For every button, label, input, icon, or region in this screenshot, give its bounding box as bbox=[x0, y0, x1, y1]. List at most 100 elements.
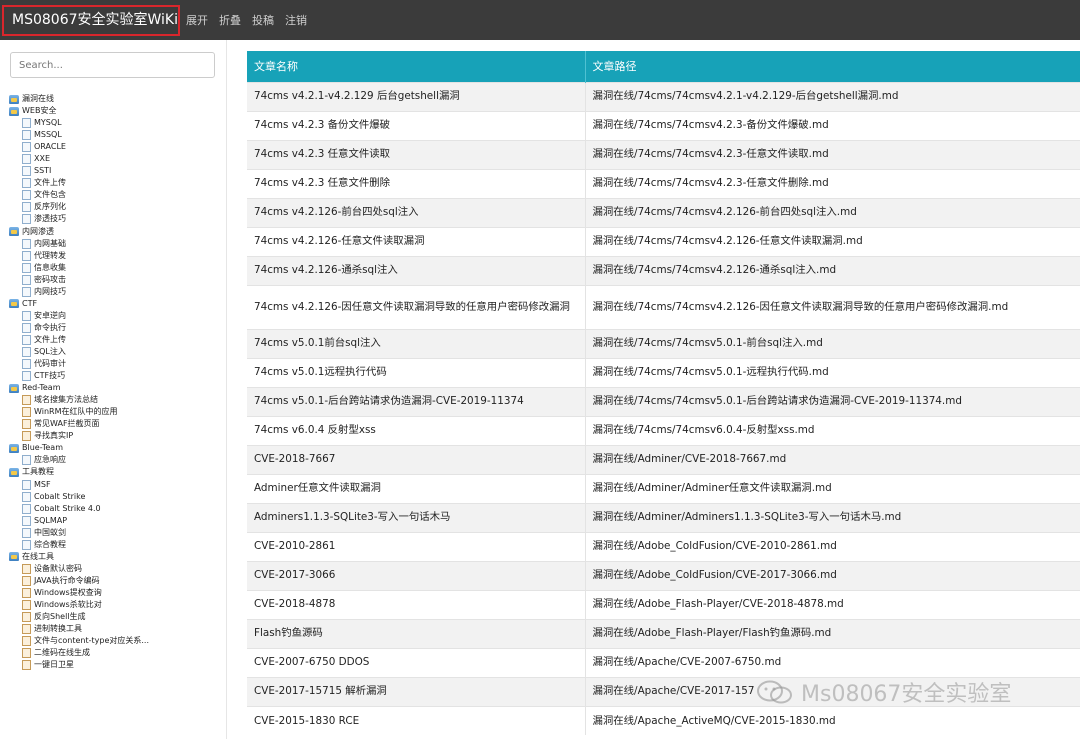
tree-item[interactable]: 应急响应 bbox=[9, 454, 223, 466]
article-title-cell[interactable]: Adminer任意文件读取漏洞 bbox=[247, 473, 586, 503]
tree-item[interactable]: SQLMAP bbox=[9, 515, 223, 527]
tree-item[interactable]: Cobalt Strike 4.0 bbox=[9, 503, 223, 515]
tree-item[interactable]: 一键日卫星 bbox=[9, 659, 223, 671]
article-path-cell[interactable]: 漏洞在线/Adminer/Adminers1.1.3-SQLite3-写入一句话… bbox=[585, 502, 1080, 532]
article-title-cell[interactable]: 74cms v5.0.1前台sql注入 bbox=[247, 328, 586, 358]
article-path-cell[interactable]: 漏洞在线/74cms/74cmsv4.2.126-任意文件读取漏洞.md bbox=[585, 226, 1080, 256]
table-row[interactable]: 74cms v4.2.126-任意文件读取漏洞 漏洞在线/74cms/74cmsv… bbox=[247, 226, 1080, 256]
table-row[interactable]: CVE-2018-7667 漏洞在线/Adminer/CVE-2018-7667.… bbox=[247, 444, 1080, 474]
article-path-cell[interactable]: 漏洞在线/74cms/74cmsv5.0.1-前台sql注入.md bbox=[585, 328, 1080, 358]
table-row[interactable]: Flash钓鱼源码 漏洞在线/Adobe_Flash-Player/Flash钓鱼… bbox=[247, 618, 1080, 648]
table-row[interactable]: Adminers1.1.3-SQLite3-写入一句话木马 漏洞在线/Admine… bbox=[247, 502, 1080, 532]
tree-item[interactable]: MSSQL bbox=[9, 129, 223, 141]
article-title-cell[interactable]: 74cms v4.2.126-因任意文件读取漏洞导致的任意用户密码修改漏洞 bbox=[247, 284, 586, 329]
article-title-cell[interactable]: 74cms v6.0.4 反射型xss bbox=[247, 415, 586, 445]
tree-item[interactable]: 综合教程 bbox=[9, 539, 223, 551]
table-row[interactable]: 74cms v4.2.3 任意文件删除 漏洞在线/74cms/74cmsv4.2.… bbox=[247, 168, 1080, 198]
tree-item[interactable]: ORACLE bbox=[9, 141, 223, 153]
table-row[interactable]: 74cms v4.2.3 任意文件读取 漏洞在线/74cms/74cmsv4.2.… bbox=[247, 139, 1080, 169]
table-row[interactable]: Adminer任意文件读取漏洞 漏洞在线/Adminer/Adminer任意文件读… bbox=[247, 473, 1080, 503]
site-brand[interactable]: MS08067安全实验室WiKi bbox=[2, 5, 180, 36]
tree-item[interactable]: 信息收集 bbox=[9, 262, 223, 274]
table-row[interactable]: CVE-2017-3066 漏洞在线/Adobe_ColdFusion/CVE-2… bbox=[247, 560, 1080, 590]
article-title-cell[interactable]: 74cms v4.2.3 任意文件读取 bbox=[247, 139, 586, 169]
article-path-cell[interactable]: 漏洞在线/74cms/74cmsv6.0.4-反射型xss.md bbox=[585, 415, 1080, 445]
tree-item[interactable]: 文件上传 bbox=[9, 177, 223, 189]
tree-item[interactable]: Windows提权查询 bbox=[9, 587, 223, 599]
tree-folder[interactable]: CTF bbox=[9, 298, 223, 310]
tree-item[interactable]: CTF技巧 bbox=[9, 370, 223, 382]
article-title-cell[interactable]: CVE-2007-6750 DDOS bbox=[247, 647, 586, 677]
article-path-cell[interactable]: 漏洞在线/Adobe_Flash-Player/CVE-2018-4878.md bbox=[585, 589, 1080, 619]
article-title-cell[interactable]: 74cms v4.2.126-前台四处sql注入 bbox=[247, 197, 586, 227]
article-title-cell[interactable]: CVE-2017-3066 bbox=[247, 560, 586, 590]
article-path-cell[interactable]: 漏洞在线/Adobe_Flash-Player/Flash钓鱼源码.md bbox=[585, 618, 1080, 648]
tree-item[interactable]: 反序列化 bbox=[9, 201, 223, 213]
tree-item[interactable]: 内网技巧 bbox=[9, 286, 223, 298]
article-path-cell[interactable]: 漏洞在线/74cms/74cmsv4.2.126-前台四处sql注入.md bbox=[585, 197, 1080, 227]
article-path-cell[interactable]: 漏洞在线/74cms/74cmsv4.2.1-v4.2.129-后台getshe… bbox=[585, 81, 1080, 111]
table-row[interactable]: 74cms v4.2.126-通杀sql注入 漏洞在线/74cms/74cmsv4… bbox=[247, 255, 1080, 285]
tree-item[interactable]: MSF bbox=[9, 479, 223, 491]
table-row[interactable]: CVE-2018-4878 漏洞在线/Adobe_Flash-Player/CVE… bbox=[247, 589, 1080, 619]
tree-item[interactable]: 代码审计 bbox=[9, 358, 223, 370]
tree-item[interactable]: 文件与content-type对应关系... bbox=[9, 635, 223, 647]
article-path-cell[interactable]: 漏洞在线/74cms/74cmsv4.2.3-任意文件读取.md bbox=[585, 139, 1080, 169]
tree-item[interactable]: Windows杀软比对 bbox=[9, 599, 223, 611]
tree-folder[interactable]: 在线工具 bbox=[9, 551, 223, 563]
tree-item[interactable]: 安卓逆向 bbox=[9, 310, 223, 322]
nav-logout-link[interactable]: 注销 bbox=[285, 12, 307, 28]
column-header-path[interactable]: 文章路径 bbox=[585, 51, 1080, 82]
table-row[interactable]: 74cms v6.0.4 反射型xss 漏洞在线/74cms/74cmsv6.0.… bbox=[247, 415, 1080, 445]
tree-item[interactable]: XXE bbox=[9, 153, 223, 165]
tree-folder[interactable]: 工具教程 bbox=[9, 466, 223, 478]
article-title-cell[interactable]: 74cms v5.0.1远程执行代码 bbox=[247, 357, 586, 387]
article-title-cell[interactable]: CVE-2017-15715 解析漏洞 bbox=[247, 676, 586, 706]
tree-folder[interactable]: 漏洞在线 bbox=[9, 93, 223, 105]
tree-item[interactable]: JAVA执行命令编码 bbox=[9, 575, 223, 587]
tree-item[interactable]: 代理转发 bbox=[9, 250, 223, 262]
article-title-cell[interactable]: 74cms v4.2.3 备份文件爆破 bbox=[247, 110, 586, 140]
nav-expand-link[interactable]: 展开 bbox=[186, 12, 208, 28]
article-path-cell[interactable]: 漏洞在线/Apache_ActiveMQ/CVE-2015-1830.md bbox=[585, 705, 1080, 735]
table-row[interactable]: 74cms v4.2.126-因任意文件读取漏洞导致的任意用户密码修改漏洞 漏洞在… bbox=[247, 284, 1080, 329]
tree-item[interactable]: 进制转换工具 bbox=[9, 623, 223, 635]
nav-collapse-link[interactable]: 折叠 bbox=[219, 12, 241, 28]
table-row[interactable]: 74cms v5.0.1-后台跨站请求伪造漏洞-CVE-2019-11374 漏洞… bbox=[247, 386, 1080, 416]
article-path-cell[interactable]: 漏洞在线/Adobe_ColdFusion/CVE-2010-2861.md bbox=[585, 531, 1080, 561]
search-input[interactable] bbox=[10, 52, 215, 78]
tree-item[interactable]: Cobalt Strike bbox=[9, 491, 223, 503]
article-title-cell[interactable]: CVE-2015-1830 RCE bbox=[247, 705, 586, 735]
column-header-title[interactable]: 文章名称 bbox=[247, 51, 586, 82]
article-path-cell[interactable]: 漏洞在线/Apache/CVE-2017-157 bbox=[585, 676, 1080, 706]
tree-item[interactable]: 密码攻击 bbox=[9, 274, 223, 286]
tree-item[interactable]: 域名搜集方法总结 bbox=[9, 394, 223, 406]
nav-submit-link[interactable]: 投稿 bbox=[252, 12, 274, 28]
article-title-cell[interactable]: 74cms v4.2.126-任意文件读取漏洞 bbox=[247, 226, 586, 256]
article-title-cell[interactable]: 74cms v5.0.1-后台跨站请求伪造漏洞-CVE-2019-11374 bbox=[247, 386, 586, 416]
table-row[interactable]: CVE-2007-6750 DDOS 漏洞在线/Apache/CVE-2007-6… bbox=[247, 647, 1080, 677]
article-path-cell[interactable]: 漏洞在线/Adminer/CVE-2018-7667.md bbox=[585, 444, 1080, 474]
table-row[interactable]: 74cms v5.0.1前台sql注入 漏洞在线/74cms/74cmsv5.0.… bbox=[247, 328, 1080, 358]
article-path-cell[interactable]: 漏洞在线/74cms/74cmsv4.2.3-备份文件爆破.md bbox=[585, 110, 1080, 140]
tree-folder[interactable]: Blue-Team bbox=[9, 442, 223, 454]
table-row[interactable]: 74cms v4.2.126-前台四处sql注入 漏洞在线/74cms/74cms… bbox=[247, 197, 1080, 227]
tree-folder[interactable]: Red-Team bbox=[9, 382, 223, 394]
tree-item[interactable]: 文件上传 bbox=[9, 334, 223, 346]
tree-item[interactable]: 寻找真实IP bbox=[9, 430, 223, 442]
article-title-cell[interactable]: CVE-2018-4878 bbox=[247, 589, 586, 619]
article-path-cell[interactable]: 漏洞在线/Adobe_ColdFusion/CVE-2017-3066.md bbox=[585, 560, 1080, 590]
table-row[interactable]: 74cms v5.0.1远程执行代码 漏洞在线/74cms/74cmsv5.0.1… bbox=[247, 357, 1080, 387]
article-path-cell[interactable]: 漏洞在线/Apache/CVE-2007-6750.md bbox=[585, 647, 1080, 677]
tree-item[interactable]: 常见WAF拦截页面 bbox=[9, 418, 223, 430]
tree-item[interactable]: 二维码在线生成 bbox=[9, 647, 223, 659]
tree-folder[interactable]: 内网渗透 bbox=[9, 226, 223, 238]
article-title-cell[interactable]: 74cms v4.2.126-通杀sql注入 bbox=[247, 255, 586, 285]
article-title-cell[interactable]: 74cms v4.2.1-v4.2.129 后台getshell漏洞 bbox=[247, 81, 586, 111]
tree-item[interactable]: 设备默认密码 bbox=[9, 563, 223, 575]
article-title-cell[interactable]: 74cms v4.2.3 任意文件删除 bbox=[247, 168, 586, 198]
tree-item[interactable]: 渗透技巧 bbox=[9, 213, 223, 225]
table-row[interactable]: 74cms v4.2.3 备份文件爆破 漏洞在线/74cms/74cmsv4.2.… bbox=[247, 110, 1080, 140]
tree-folder[interactable]: WEB安全 bbox=[9, 105, 223, 117]
table-row[interactable]: CVE-2010-2861 漏洞在线/Adobe_ColdFusion/CVE-2… bbox=[247, 531, 1080, 561]
